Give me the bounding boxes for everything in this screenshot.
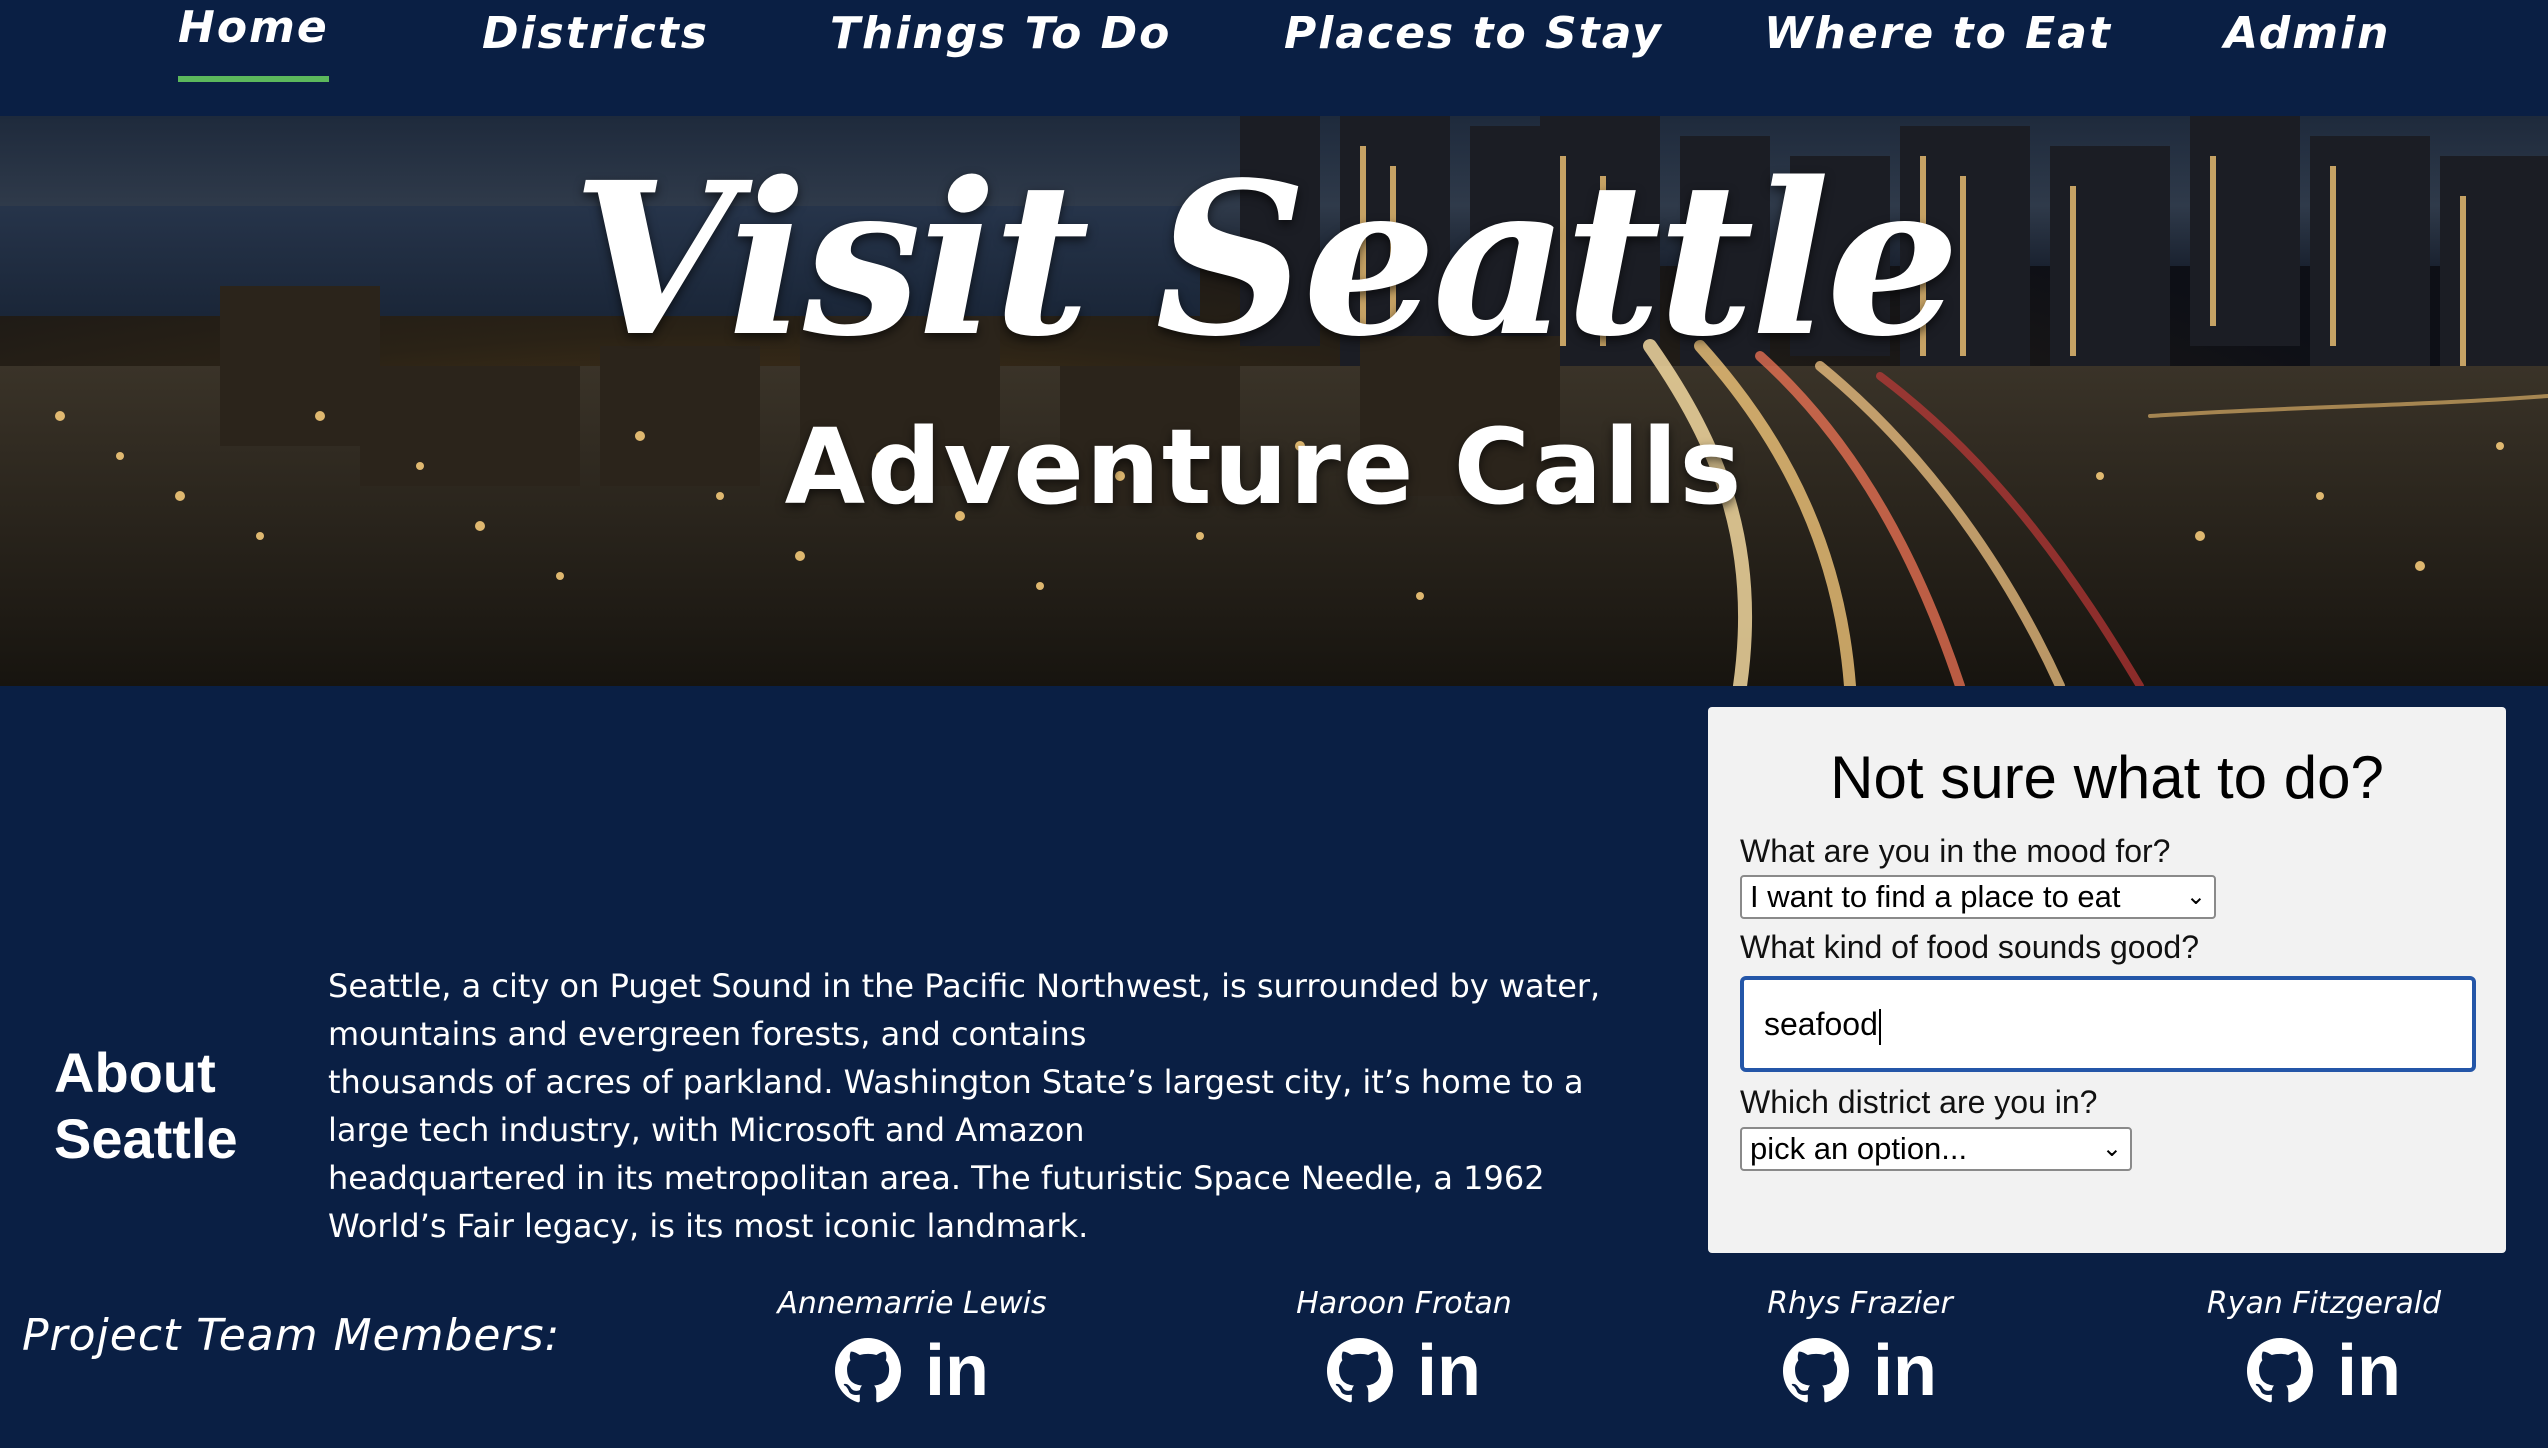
team-label: Project Team Members: [22, 1310, 561, 1361]
team-member: Ryan Fitzgerald in [2144, 1286, 2504, 1407]
github-icon[interactable] [1783, 1338, 1849, 1404]
district-select[interactable]: pick an option... ⌄ [1740, 1127, 2132, 1171]
mood-label: What are you in the mood for? [1740, 833, 2171, 869]
form-title: Not sure what to do? [1830, 744, 2384, 811]
hero-subtitle: Adventure Calls [784, 406, 1744, 528]
about-line-2: thousands of acres of parkland. Washingt… [328, 1063, 1584, 1149]
linkedin-icon[interactable]: in [1873, 1335, 1937, 1407]
nav-districts[interactable]: Districts [482, 8, 709, 59]
chevron-down-icon: ⌄ [2101, 1135, 2122, 1162]
about-paragraph: Seattle, a city on Puget Sound in the Pa… [328, 962, 1628, 1250]
hero-title: Visit Seattle [572, 136, 1960, 383]
member-name: Rhys Frazier [1767, 1286, 1953, 1321]
team-member: Rhys Frazier in [1680, 1286, 2040, 1407]
district-label: Which district are you in? [1740, 1084, 2098, 1120]
mood-select-value: I want to find a place to eat [1750, 879, 2121, 914]
github-icon[interactable] [2247, 1338, 2313, 1404]
food-input[interactable]: seafood [1740, 976, 2476, 1072]
github-icon[interactable] [835, 1338, 901, 1404]
mood-select[interactable]: I want to find a place to eat ⌄ [1740, 875, 2216, 919]
about-heading: About Seattle [54, 1041, 238, 1170]
linkedin-icon[interactable]: in [1417, 1335, 1481, 1407]
chevron-down-icon: ⌄ [2185, 883, 2206, 910]
linkedin-icon[interactable]: in [925, 1335, 989, 1407]
main-nav: Home Districts Things To Do Places to St… [0, 0, 2548, 116]
hero-banner: Visit Seattle Adventure Calls [0, 116, 2548, 686]
linkedin-icon[interactable]: in [2337, 1335, 2401, 1407]
member-name: Haroon Frotan [1296, 1286, 1512, 1321]
suggestion-form-card: Not sure what to do? What are you in the… [1708, 707, 2506, 1253]
team-member: Haroon Frotan in [1224, 1286, 1584, 1407]
nav-places-to-stay[interactable]: Places to Stay [1284, 8, 1663, 59]
nav-admin[interactable]: Admin [2224, 8, 2390, 59]
district-select-value: pick an option... [1750, 1131, 1968, 1166]
github-icon[interactable] [1327, 1338, 1393, 1404]
member-name: Ryan Fitzgerald [2206, 1286, 2442, 1321]
team-member: Annemarrie Lewis in [732, 1286, 1092, 1407]
about-line-3: headquartered in its metropolitan area. … [328, 1159, 1545, 1245]
nav-where-to-eat[interactable]: Where to Eat [1764, 8, 2112, 59]
text-caret [1878, 1008, 1881, 1045]
member-name: Annemarrie Lewis [777, 1286, 1047, 1321]
food-input-value: seafood [1764, 1006, 1878, 1042]
nav-home[interactable]: Home [178, 2, 329, 82]
nav-things-to-do[interactable]: Things To Do [830, 8, 1171, 59]
food-label: What kind of food sounds good? [1740, 929, 2199, 965]
about-line-1: Seattle, a city on Puget Sound in the Pa… [328, 967, 1601, 1053]
